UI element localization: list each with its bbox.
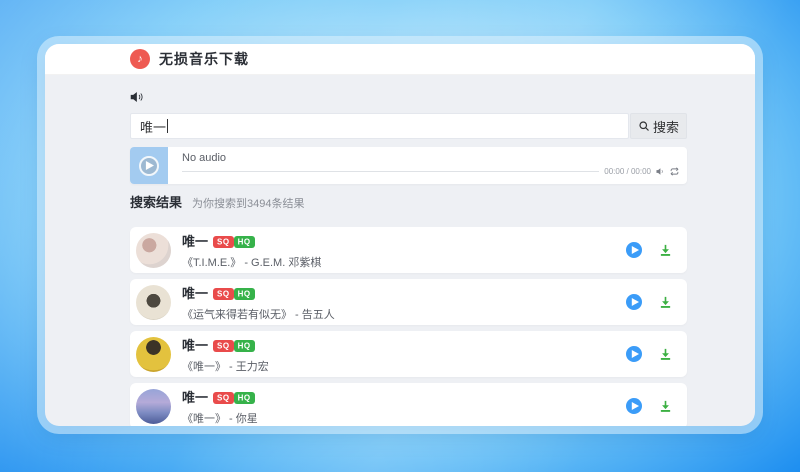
play-icon bbox=[631, 350, 639, 358]
player-body: No audio 00:00 / 00:00 bbox=[168, 147, 687, 184]
song-info: 唯一 SQ HQ 《T.I.M.E.》 - G.E.M. 邓紫棋 bbox=[182, 231, 626, 270]
song-avatar bbox=[136, 388, 171, 424]
song-info: 唯一 SQ HQ 《运气来得若有似无》 - 告五人 bbox=[182, 283, 626, 322]
volume-toggle[interactable] bbox=[130, 90, 687, 104]
badge-sq: SQ bbox=[213, 287, 234, 300]
badge-hq: HQ bbox=[233, 391, 255, 404]
magnifier-icon bbox=[639, 121, 649, 131]
search-button[interactable]: 搜索 bbox=[630, 113, 687, 139]
page-title: 无损音乐下载 bbox=[159, 51, 249, 67]
results-heading: 搜索结果 bbox=[130, 195, 183, 210]
song-actions bbox=[626, 346, 673, 362]
search-query-text: 唯一 bbox=[140, 119, 167, 135]
badge-hq: HQ bbox=[233, 287, 255, 300]
play-icon bbox=[631, 402, 639, 410]
app-window: ♪ 无损音乐下载 唯一 搜索 No audio 00:00 / 00:00 搜索… bbox=[45, 44, 755, 426]
song-subtitle: 《唯一》 - 王力宏 bbox=[182, 360, 269, 373]
song-actions bbox=[626, 242, 673, 258]
play-icon bbox=[145, 161, 154, 170]
play-icon bbox=[631, 298, 639, 306]
badge-sq: SQ bbox=[213, 391, 234, 404]
song-row: 唯一 SQ HQ 《T.I.M.E.》 - G.E.M. 邓紫棋 bbox=[130, 227, 687, 273]
download-icon bbox=[660, 296, 671, 308]
song-list: 唯一 SQ HQ 《T.I.M.E.》 - G.E.M. 邓紫棋 唯一 SQ HQ bbox=[130, 227, 687, 426]
song-actions bbox=[626, 294, 673, 310]
song-info: 唯一 SQ HQ 《唯一》 - 王力宏 bbox=[182, 335, 626, 374]
download-icon bbox=[660, 244, 671, 256]
page-background: ♪ 无损音乐下载 唯一 搜索 No audio 00:00 / 00:00 搜索… bbox=[0, 0, 800, 472]
speaker-icon bbox=[130, 92, 143, 102]
play-icon bbox=[631, 246, 639, 254]
song-subtitle: 《唯一》 - 你星 bbox=[182, 412, 258, 425]
song-info: 唯一 SQ HQ 《唯一》 - 你星 bbox=[182, 387, 626, 426]
repeat-icon bbox=[670, 167, 679, 176]
song-subtitle: 《运气来得若有似无》 - 告五人 bbox=[182, 308, 335, 321]
search-input[interactable]: 唯一 bbox=[130, 113, 629, 139]
song-download-button[interactable] bbox=[658, 243, 673, 258]
text-caret bbox=[167, 119, 169, 133]
player-artwork bbox=[130, 147, 168, 184]
badge-hq: HQ bbox=[233, 235, 255, 248]
song-avatar bbox=[136, 232, 171, 268]
player-loop-button[interactable] bbox=[670, 167, 679, 176]
song-row: 唯一 SQ HQ 《唯一》 - 王力宏 bbox=[130, 331, 687, 377]
search-bar: 唯一 搜索 bbox=[130, 113, 687, 139]
song-download-button[interactable] bbox=[658, 399, 673, 414]
download-icon bbox=[660, 348, 671, 360]
song-row: 唯一 SQ HQ 《唯一》 - 你星 bbox=[130, 383, 687, 426]
player-play-button[interactable] bbox=[139, 155, 159, 176]
quality-badges: SQ HQ bbox=[213, 283, 255, 301]
song-play-button[interactable] bbox=[626, 346, 642, 362]
quality-badges: SQ HQ bbox=[213, 231, 255, 249]
song-title: 唯一 bbox=[182, 285, 209, 301]
player-progress-bar[interactable] bbox=[182, 171, 600, 172]
player-status: No audio bbox=[182, 152, 227, 164]
song-avatar bbox=[136, 284, 171, 320]
song-play-button[interactable] bbox=[626, 242, 642, 258]
main-content: 唯一 搜索 No audio 00:00 / 00:00 搜索结果 为你搜索到3… bbox=[130, 90, 687, 426]
speaker-icon bbox=[656, 168, 663, 175]
song-title: 唯一 bbox=[182, 233, 209, 249]
music-note-logo-icon: ♪ bbox=[130, 49, 150, 69]
song-play-button[interactable] bbox=[626, 398, 642, 414]
song-avatar bbox=[136, 336, 171, 372]
song-row: 唯一 SQ HQ 《运气来得若有似无》 - 告五人 bbox=[130, 279, 687, 325]
song-actions bbox=[626, 398, 673, 414]
song-download-button[interactable] bbox=[658, 347, 673, 362]
audio-player: No audio 00:00 / 00:00 bbox=[130, 147, 687, 184]
song-title: 唯一 bbox=[182, 389, 209, 405]
download-icon bbox=[660, 400, 671, 412]
badge-hq: HQ bbox=[233, 339, 255, 352]
player-volume-button[interactable] bbox=[656, 167, 665, 176]
song-download-button[interactable] bbox=[658, 295, 673, 310]
song-play-button[interactable] bbox=[626, 294, 642, 310]
search-button-label: 搜索 bbox=[652, 119, 679, 135]
player-time: 00:00 / 00:00 bbox=[604, 167, 651, 176]
quality-badges: SQ HQ bbox=[213, 335, 255, 353]
badge-sq: SQ bbox=[213, 235, 234, 248]
results-header: 搜索结果 为你搜索到3494条结果 bbox=[130, 192, 687, 211]
badge-sq: SQ bbox=[213, 339, 234, 352]
quality-badges: SQ HQ bbox=[213, 387, 255, 405]
song-subtitle: 《T.I.M.E.》 - G.E.M. 邓紫棋 bbox=[182, 256, 322, 269]
header-bar: ♪ 无损音乐下载 bbox=[45, 44, 755, 75]
song-title: 唯一 bbox=[182, 337, 209, 353]
results-summary: 为你搜索到3494条结果 bbox=[192, 198, 305, 210]
